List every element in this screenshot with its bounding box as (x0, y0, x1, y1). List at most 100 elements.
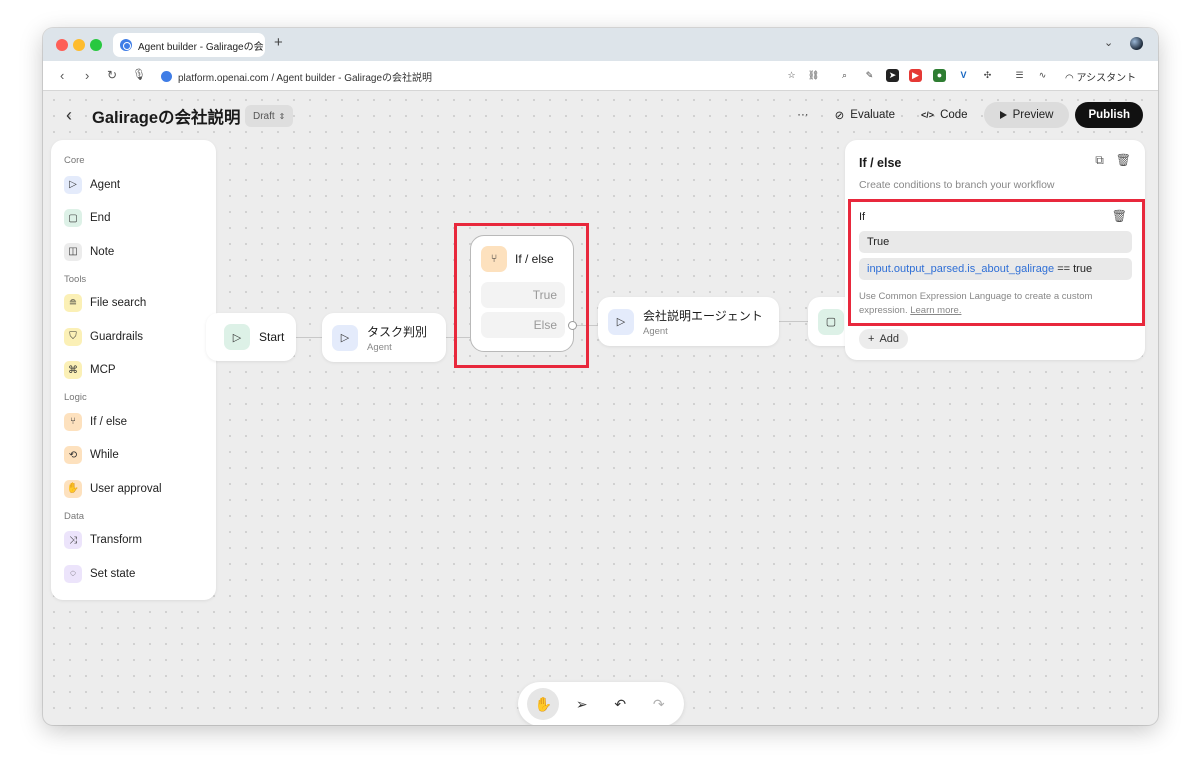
evaluate-button[interactable]: ⊘ Evaluate (825, 102, 905, 128)
microphone-icon[interactable]: 🎙 (132, 68, 146, 81)
else-output-handle[interactable] (568, 321, 577, 330)
reload-icon[interactable]: ↻ (107, 68, 117, 82)
branch-else[interactable]: Else (481, 312, 565, 338)
maximize-window-button[interactable] (90, 39, 102, 51)
code-button[interactable]: </> Code (911, 102, 978, 128)
palette-item-file-search[interactable]: ≘ File search (51, 287, 216, 321)
palette-item-label: File search (90, 297, 147, 310)
url-field[interactable]: platform.openai.com / Agent builder - Ga… (161, 66, 432, 86)
case-name-input[interactable]: True (859, 231, 1132, 253)
profile-avatar[interactable] (1130, 37, 1143, 50)
start-node[interactable]: ▷ Start (206, 313, 296, 361)
branch-icon: ⑂ (481, 246, 507, 272)
edge-ifelse-company (574, 325, 598, 326)
new-tab-button[interactable]: + (274, 34, 283, 51)
draft-label: Draft (253, 110, 275, 122)
approval-icon: ✋ (64, 479, 82, 498)
hand-tool-icon[interactable]: ✋ (527, 688, 560, 720)
add-condition-button[interactable]: + Add (859, 329, 909, 349)
redo-icon[interactable]: ↷ (643, 688, 675, 720)
bookmark-star-icon[interactable]: ☆ (785, 69, 798, 82)
puzzle-extensions-icon[interactable]: ✣ (981, 69, 994, 82)
palette-item-transform[interactable]: ⤨ Transform (51, 524, 216, 558)
openai-favicon-icon (120, 39, 132, 51)
edge-task-ifelse (446, 337, 470, 338)
link-icon[interactable]: ⛓ (807, 69, 820, 82)
cel-help-text: Use Common Expression Language to create… (859, 290, 1129, 318)
preview-button[interactable]: Preview (983, 102, 1070, 128)
eyedropper-icon[interactable]: ✎ (863, 69, 876, 82)
assistant-button[interactable]: ◠ アシスタント (1065, 69, 1136, 84)
code-icon: </> (921, 110, 935, 120)
forward-arrow-icon[interactable]: › (85, 68, 89, 83)
palette-item-label: End (90, 212, 111, 225)
lens-icon[interactable]: ⌕ (838, 69, 851, 82)
ellipsis-icon: ··· (797, 109, 809, 121)
if-else-node[interactable]: ⑂ If / else True Else (470, 235, 577, 352)
close-window-button[interactable] (56, 39, 68, 51)
palette-item-user-approval[interactable]: ✋ User approval (51, 472, 216, 506)
copy-icon[interactable]: ⧉ (1095, 153, 1104, 168)
palette-item-agent[interactable]: ▷ Agent (51, 168, 216, 202)
undo-icon[interactable]: ↶ (604, 688, 636, 720)
tab-menu-chevron-icon[interactable]: ⌄ (1104, 36, 1113, 49)
node-subtitle: Agent (367, 341, 392, 353)
record-extension-icon[interactable]: ● (933, 69, 946, 82)
palette-item-note[interactable]: ◫ Note (51, 235, 216, 269)
edge-company-end (779, 321, 808, 322)
draft-version-select[interactable]: Draft ⇕ (245, 105, 294, 127)
loop-icon: ⟲ (64, 446, 82, 465)
top-actions: ··· ⊘ Evaluate </> Code Preview Publish (787, 102, 1143, 128)
palette-section-data: Data (64, 510, 85, 522)
back-arrow-icon[interactable]: ‹ (60, 68, 64, 83)
expression-operator: == true (1054, 263, 1093, 275)
canvas-toolbar: ✋ ➢ ↶ ↷ (518, 682, 684, 725)
node-palette: Core ▷ Agent ▢ End ◫ Note Tools ≘ File s… (51, 140, 216, 600)
branch-true[interactable]: True (481, 282, 565, 308)
palette-item-while[interactable]: ⟲ While (51, 439, 216, 473)
help-text: Use Common Expression Language to create… (859, 291, 1093, 316)
node-title: 会社説明エージェント (643, 308, 763, 323)
select-pointer-icon[interactable]: ➢ (566, 688, 598, 720)
company-agent-node[interactable]: ▷ 会社説明エージェント Agent (598, 297, 779, 346)
audio-wave-icon[interactable]: ∿ (1036, 69, 1049, 82)
state-icon: ◌ (64, 564, 82, 583)
send-extension-icon[interactable]: ➤ (886, 69, 899, 82)
node-title: Start (259, 330, 285, 344)
minimize-window-button[interactable] (73, 39, 85, 51)
delete-condition-trash-icon[interactable]: 🗑 (1112, 209, 1127, 223)
task-agent-node[interactable]: ▷ タスク判別 Agent (322, 313, 446, 362)
agent-icon: ▷ (608, 308, 634, 335)
browser-tab[interactable]: Agent builder - Galirageの会 (113, 33, 265, 57)
trash-icon[interactable]: 🗑 (1116, 153, 1131, 168)
branch-icon: ⑂ (64, 412, 82, 431)
back-button[interactable]: ‹ (66, 105, 72, 126)
video-extension-icon[interactable]: ▶ (909, 69, 922, 82)
database-icon: ≘ (64, 294, 82, 313)
publish-button[interactable]: Publish (1075, 102, 1143, 128)
palette-item-end[interactable]: ▢ End (51, 202, 216, 236)
code-label: Code (940, 109, 968, 121)
palette-item-label: Guardrails (90, 330, 144, 343)
palette-item-label: MCP (90, 364, 116, 377)
condition-expression-input[interactable]: input.output_parsed.is_about_galirage ==… (859, 258, 1132, 280)
palette-section-core: Core (64, 155, 85, 166)
chevron-updown-icon: ⇕ (278, 111, 286, 121)
gauge-icon: ⊘ (834, 110, 845, 122)
reading-list-icon[interactable]: ☰ (1013, 69, 1026, 82)
palette-item-mcp[interactable]: ⌘ MCP (51, 354, 216, 388)
grid-icon: ⌘ (64, 361, 82, 380)
note-icon: ◫ (64, 242, 82, 261)
node-title: タスク判別 (367, 324, 428, 339)
site-icon (161, 70, 172, 82)
palette-item-set-state[interactable]: ◌ Set state (51, 557, 216, 591)
more-options-button[interactable]: ··· (787, 102, 819, 128)
browser-window: Agent builder - Galirageの会 + ⌄ ‹ › ↻ 🎙 p… (43, 28, 1158, 725)
v-extension-icon[interactable]: V (957, 69, 970, 82)
learn-more-link[interactable]: Learn more. (910, 305, 961, 316)
palette-item-if-else[interactable]: ⑂ If / else (51, 405, 216, 439)
agent-builder-canvas[interactable]: ‹ Galirageの会社説明 Draft ⇕ ··· ⊘ Evaluate <… (46, 92, 1155, 725)
add-label: Add (879, 333, 900, 345)
palette-section-logic: Logic (64, 392, 87, 403)
palette-item-guardrails[interactable]: ⛉ Guardrails (51, 320, 216, 354)
